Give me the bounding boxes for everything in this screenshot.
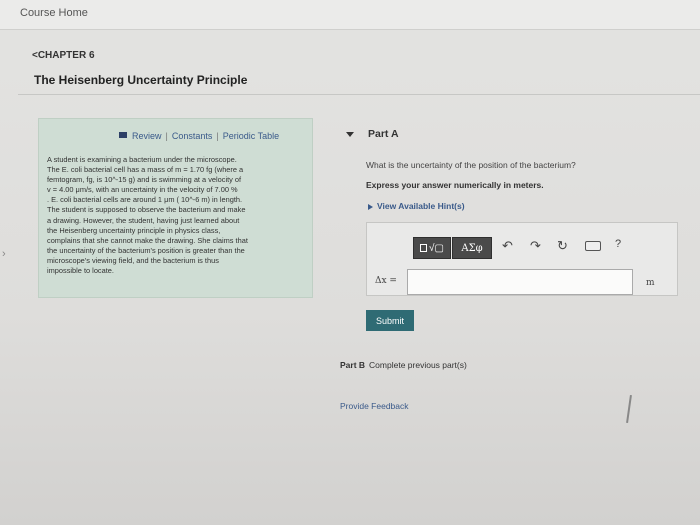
help-icon[interactable]: ? [615,238,621,250]
top-bar: Course Home [0,0,700,30]
problem-panel: Review | Constants | Periodic Table A studen… [38,118,313,298]
reset-icon[interactable]: ↻ [557,238,568,254]
problem-line: The student is supposed to observe the b… [47,205,246,215]
divider [18,94,700,95]
answer-editor: √▢ ΑΣφ ↶ ↷ ↻ ? Δx = m [366,222,678,296]
submit-button[interactable]: Submit [366,310,414,331]
review-link[interactable]: Review [132,131,162,141]
radical-icon: √▢ [429,242,444,254]
link-separator: | [165,131,168,141]
greek-symbols-button[interactable]: ΑΣφ [452,237,492,259]
question-text: What is the uncertainty of the position … [366,160,576,170]
answer-label: Δx = [375,276,397,286]
problem-line: impossible to locate. [47,266,114,276]
chevron-right-icon[interactable]: › [2,248,6,260]
periodic-table-link[interactable]: Periodic Table [223,131,279,141]
problem-statement: A student is examining a bacterium under… [47,155,305,276]
template-box-icon [420,244,428,252]
keyboard-icon[interactable] [585,241,601,251]
page-title: The Heisenberg Uncertainty Principle [34,73,248,87]
part-b-status: Complete previous part(s) [369,360,467,370]
review-icon [119,132,127,138]
screen-glare [626,394,632,424]
course-home-link[interactable]: Course Home [20,7,88,19]
resource-links: Review | Constants | Periodic Table [119,131,279,141]
problem-line: the uncertainty of the bacterium's posit… [47,245,245,255]
redo-icon[interactable]: ↷ [530,238,541,254]
instruction-text: Express your answer numerically in meter… [366,180,544,190]
problem-line: microscope's viewing field, and the bact… [47,255,219,265]
problem-line: a drawing. However, the student, having … [47,215,240,225]
problem-line: complains that she cannot make the drawi… [47,235,248,245]
problem-line: femtogram, fg, is 10^-15 g) and is swimm… [47,175,242,185]
problem-line: v = 4.00 μm/s, with an uncertainty in th… [47,185,238,195]
expand-caret-icon[interactable] [368,204,373,210]
part-b-title: Part B [340,360,366,370]
collapse-caret-icon[interactable] [346,132,354,137]
chapter-link[interactable]: <CHAPTER 6 [32,50,95,61]
problem-line: . E. coli bacterial cells are around 1 μ… [47,195,243,205]
part-b-row: Part B Complete previous part(s) [340,360,467,370]
templates-button[interactable]: √▢ [413,237,451,259]
link-separator: | [216,131,219,141]
hints-link[interactable]: View Available Hint(s) [377,201,465,211]
feedback-link[interactable]: Provide Feedback [340,401,409,411]
constants-link[interactable]: Constants [172,131,213,141]
answer-input[interactable] [407,269,633,295]
problem-line: A student is examining a bacterium under… [47,155,237,164]
part-a-title[interactable]: Part A [368,128,399,140]
problem-line: The E. coli bacterial cell has a mass of… [47,165,244,175]
problem-line: the Heisenberg uncertainty principle in … [47,225,221,235]
unit-label: m [646,278,655,288]
undo-icon[interactable]: ↶ [502,238,513,254]
